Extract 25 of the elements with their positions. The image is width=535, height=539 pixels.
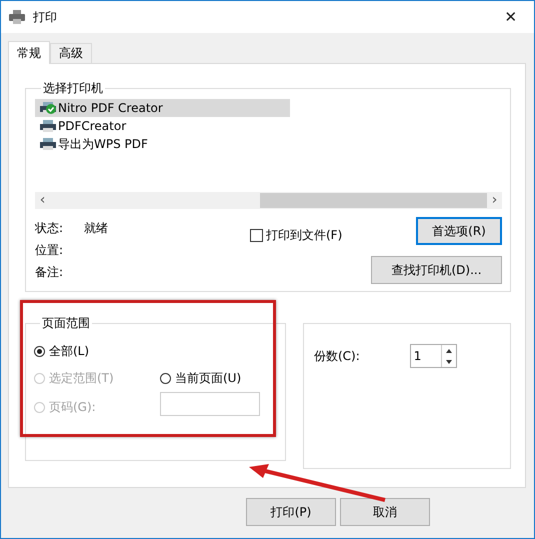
group-title: 页面范围 (41, 315, 91, 332)
copies-spinner[interactable]: 1 (410, 344, 457, 368)
dialog-button[interactable]: 打印(P) (246, 498, 336, 526)
printer-item[interactable]: Nitro PDF Creator (35, 99, 290, 117)
printer-item[interactable]: 导出为WPS PDF (35, 135, 290, 153)
field-label: 备注: (35, 264, 64, 280)
horizontal-scrollbar[interactable]: ‹ › (35, 192, 502, 209)
page-number-field[interactable] (160, 392, 260, 416)
field-label: 状态: (35, 220, 64, 236)
copies-label: 份数(C): (314, 348, 360, 364)
printer-item[interactable]: PDFCreator (35, 117, 290, 135)
radio-button[interactable]: 全部(L) (34, 338, 270, 364)
window-title: 打印 (33, 8, 58, 26)
dialog-button[interactable]: 取消 (340, 498, 430, 526)
find-printer-button[interactable]: 查找打印机(D)... (371, 256, 502, 284)
preferences-button[interactable]: 首选项(R) (416, 217, 502, 245)
tab[interactable]: 常规 (8, 41, 50, 64)
field-value: 就绪 (84, 220, 108, 236)
printer-icon (9, 10, 25, 24)
close-button[interactable]: ✕ (488, 1, 534, 33)
radio-button[interactable]: 当前页面(U) (160, 364, 270, 392)
tab[interactable]: 高级 (50, 43, 92, 63)
field-label: 位置: (35, 242, 64, 258)
print-to-file-checkbox[interactable]: 打印到文件(F) (250, 227, 370, 244)
group-title: 选择打印机 (42, 80, 104, 97)
